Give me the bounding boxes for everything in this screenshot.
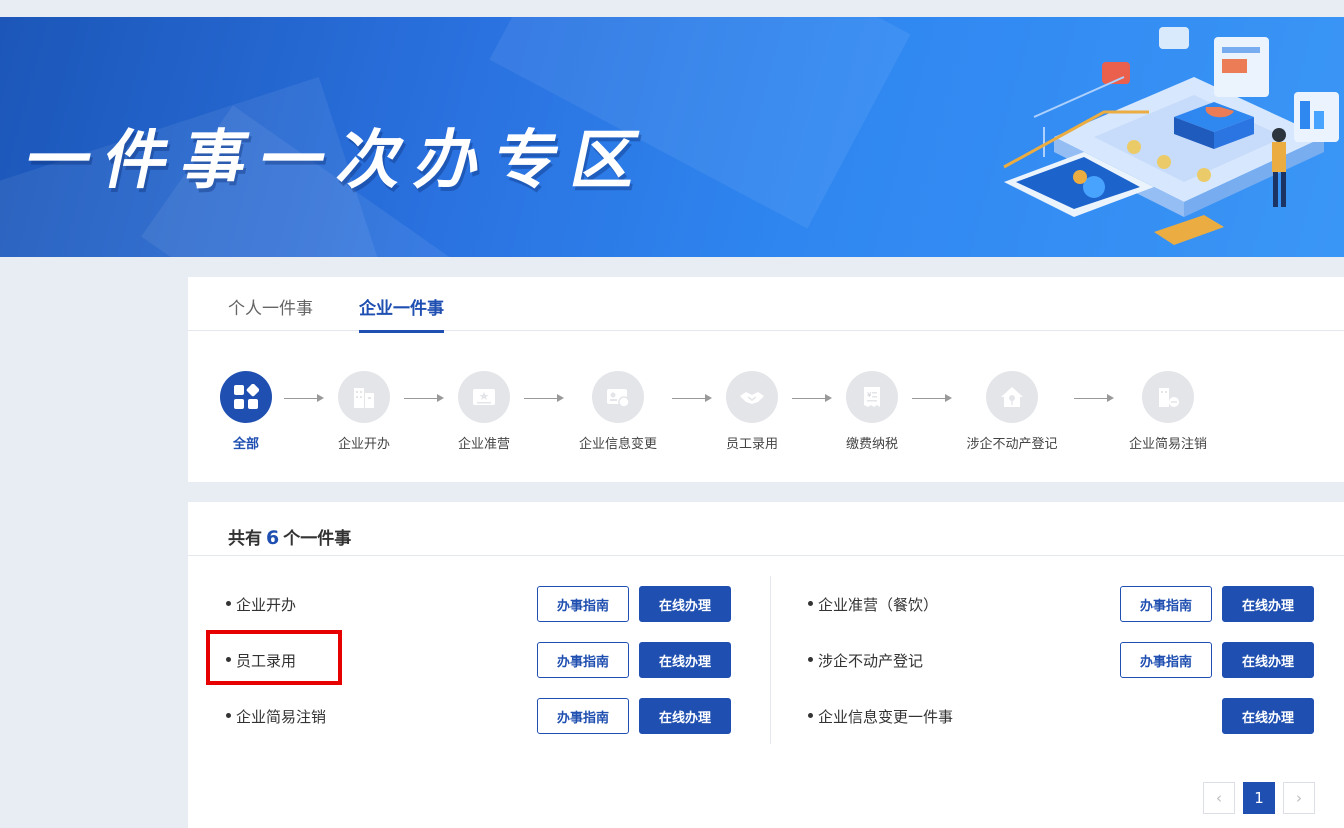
arrow-right <box>912 394 952 402</box>
house-key-icon <box>986 371 1038 423</box>
tab-personal[interactable]: 个人一件事 <box>228 294 313 329</box>
header-banner: 一件事一次办专区 <box>0 17 1344 257</box>
step-permit[interactable]: 企业准营 <box>424 371 544 452</box>
id-card-refresh-icon <box>592 371 644 423</box>
step-label: 员工录用 <box>725 437 778 452</box>
step-label: 企业开办 <box>337 437 390 452</box>
svg-text:¥: ¥ <box>867 391 872 399</box>
prev-page-button[interactable]: ‹ <box>1203 782 1235 814</box>
banner-title: 一件事一次办专区 <box>18 124 659 198</box>
guide-button[interactable]: 办事指南 <box>537 586 629 622</box>
step-label: 企业简易注销 <box>1128 437 1207 452</box>
isometric-illustration <box>1003 27 1339 245</box>
guide-button[interactable]: 办事指南 <box>537 698 629 734</box>
step-info-change[interactable]: 企业信息变更 <box>558 371 678 452</box>
current-page-button[interactable]: 1 <box>1243 782 1275 814</box>
step-label: 涉企不动产登记 <box>966 437 1058 452</box>
online-button[interactable]: 在线办理 <box>639 586 731 622</box>
list-item[interactable]: 涉企不动产登记 <box>808 650 923 671</box>
step-tax[interactable]: ¥ 缴费纳税 <box>812 371 932 452</box>
online-button[interactable]: 在线办理 <box>639 698 731 734</box>
bullet-icon <box>226 601 231 606</box>
step-company-setup[interactable]: 企业开办 <box>304 371 424 452</box>
list-item[interactable]: 企业信息变更一件事 <box>808 706 953 727</box>
item-count-title: 共有 6 个一件事 <box>228 527 352 549</box>
list-item[interactable]: 企业开办 <box>226 594 296 615</box>
tab-enterprise[interactable]: 企业一件事 <box>359 294 444 333</box>
grid-icon <box>220 371 272 423</box>
step-label: 缴费纳税 <box>845 437 898 452</box>
next-page-button[interactable]: › <box>1283 782 1315 814</box>
bullet-icon <box>808 713 813 718</box>
step-label: 企业信息变更 <box>578 437 657 452</box>
step-hiring[interactable]: 员工录用 <box>692 371 812 452</box>
bullet-icon <box>226 713 231 718</box>
step-all[interactable]: 全部 <box>186 371 306 452</box>
bullet-icon <box>808 657 813 662</box>
building-minus-icon <box>1142 371 1194 423</box>
step-label: 企业准营 <box>457 437 510 452</box>
guide-button[interactable]: 办事指南 <box>1120 642 1212 678</box>
tab-bar: 个人一件事 企业一件事 <box>188 277 1344 333</box>
divider <box>188 555 1344 556</box>
category-panel: 个人一件事 企业一件事 全部 企业开办 企业准营 企业信息变更 员工录用 ¥ 缴… <box>188 277 1344 482</box>
step-label: 全部 <box>232 437 259 452</box>
step-real-estate[interactable]: 涉企不动产登记 <box>952 371 1072 452</box>
guide-button[interactable]: 办事指南 <box>537 642 629 678</box>
column-divider <box>770 576 771 744</box>
online-button[interactable]: 在线办理 <box>1222 586 1314 622</box>
online-button[interactable]: 在线办理 <box>639 642 731 678</box>
certificate-icon <box>458 371 510 423</box>
arrow-right <box>1074 394 1114 402</box>
online-button[interactable]: 在线办理 <box>1222 698 1314 734</box>
list-item[interactable]: 企业简易注销 <box>226 706 326 727</box>
tax-receipt-icon: ¥ <box>846 371 898 423</box>
handshake-icon <box>726 371 778 423</box>
bullet-icon <box>808 601 813 606</box>
item-count: 6 <box>266 527 280 549</box>
building-icon <box>338 371 390 423</box>
arrow-right <box>524 394 564 402</box>
online-button[interactable]: 在线办理 <box>1222 642 1314 678</box>
step-deregistration[interactable]: 企业简易注销 <box>1108 371 1228 452</box>
guide-button[interactable]: 办事指南 <box>1120 586 1212 622</box>
highlight-box <box>206 630 342 685</box>
list-item[interactable]: 企业准营（餐饮） <box>808 594 938 615</box>
